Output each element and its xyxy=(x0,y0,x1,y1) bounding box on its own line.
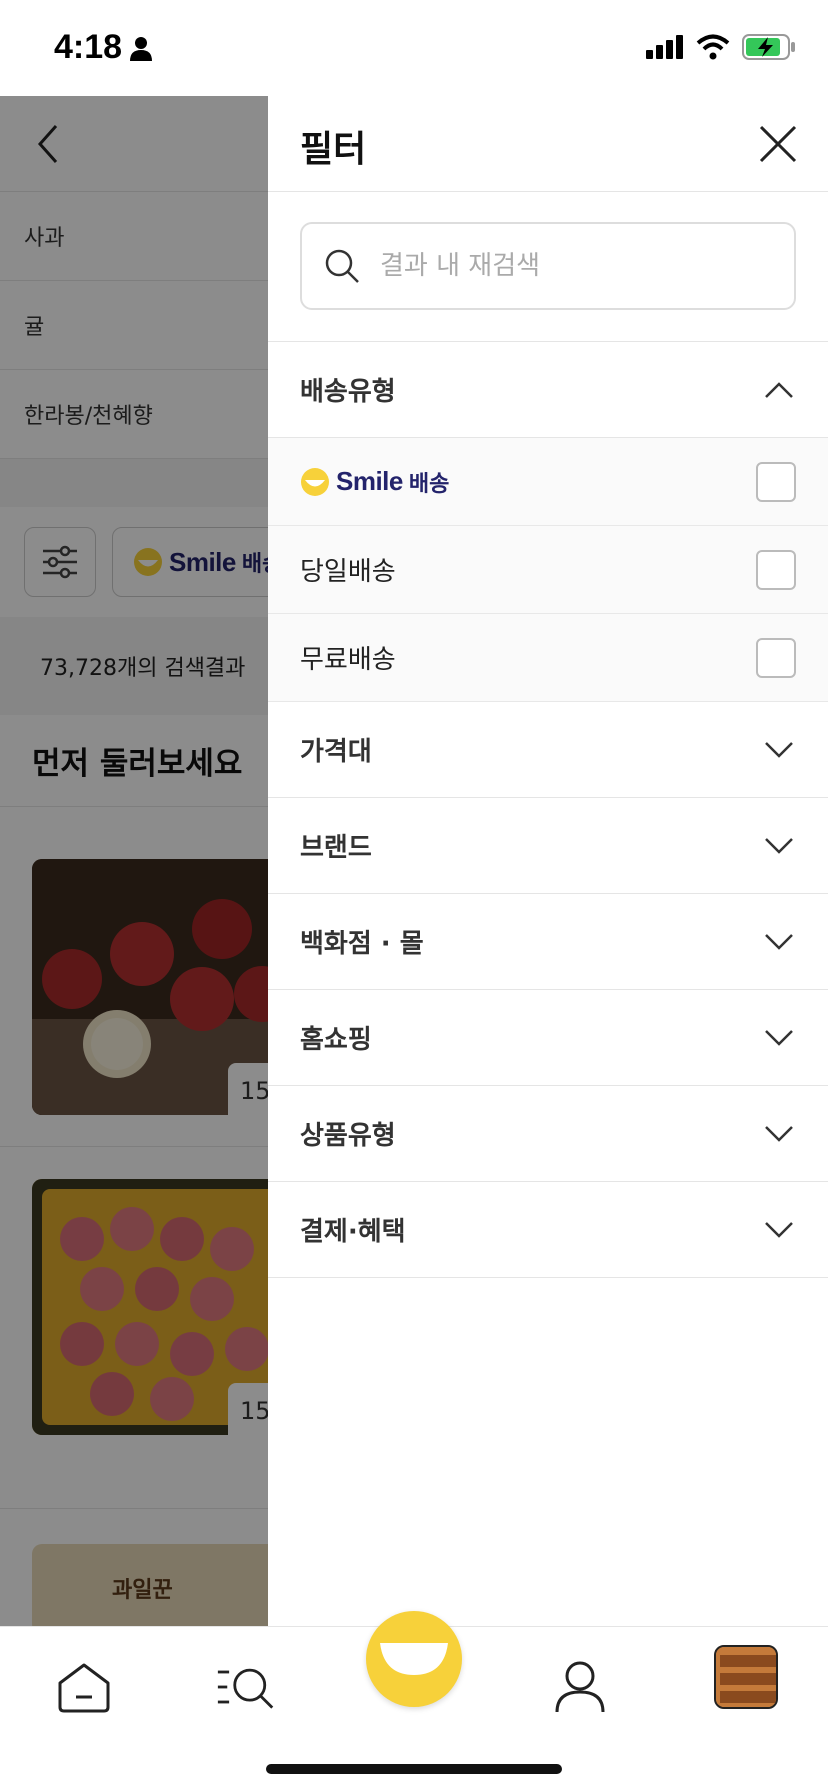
nav-my-account[interactable] xyxy=(550,1657,610,1717)
section-label: 상품유형 xyxy=(300,1121,396,1151)
close-icon[interactable] xyxy=(758,124,798,164)
chevron-down-icon xyxy=(765,1221,793,1238)
section-home-shopping[interactable]: 홈쇼핑 xyxy=(268,990,828,1086)
section-label: 브랜드 xyxy=(300,833,372,863)
search-icon xyxy=(325,249,359,283)
option-label: 무료배송 xyxy=(300,645,396,675)
signal-icon xyxy=(646,35,683,59)
recent-item-image xyxy=(716,1647,776,1707)
chevron-up-icon xyxy=(765,381,793,398)
checkbox[interactable] xyxy=(756,549,796,590)
person-status-icon xyxy=(130,37,152,61)
option-smile-delivery[interactable]: Smile 배송 xyxy=(268,438,828,526)
smile-delivery-logo: Smile 배송 xyxy=(300,466,449,498)
section-label: 백화점 · 몰 xyxy=(300,929,424,959)
search-section xyxy=(268,192,828,342)
status-indicators xyxy=(646,34,796,60)
nav-category-search[interactable] xyxy=(216,1657,276,1717)
smile-icon xyxy=(380,1643,448,1675)
person-icon xyxy=(555,1661,605,1713)
filter-panel: 필터 배송유형 Smile 배송 당일배송 무료배송 xyxy=(268,96,828,1626)
section-price-range[interactable]: 가격대 xyxy=(268,702,828,798)
option-label: 당일배송 xyxy=(300,557,396,587)
filter-header: 필터 xyxy=(268,96,828,192)
option-free-shipping[interactable]: 무료배송 xyxy=(268,614,828,702)
wifi-icon xyxy=(696,34,730,60)
smile-logo-ko: 배송 xyxy=(408,471,450,497)
section-product-type[interactable]: 상품유형 xyxy=(268,1086,828,1182)
status-bar: 4:18 xyxy=(0,0,828,96)
nav-home[interactable] xyxy=(54,1657,114,1717)
chevron-down-icon xyxy=(765,837,793,854)
section-label: 홈쇼핑 xyxy=(300,1025,372,1055)
smile-logo-text: Smile xyxy=(336,466,403,496)
search-box[interactable] xyxy=(300,222,796,310)
chevron-down-icon xyxy=(765,741,793,758)
chevron-down-icon xyxy=(765,1029,793,1046)
category-search-icon xyxy=(217,1668,274,1709)
search-input[interactable] xyxy=(380,251,740,281)
option-same-day[interactable]: 당일배송 xyxy=(268,526,828,614)
filter-title: 필터 xyxy=(300,129,367,170)
section-payment-benefit[interactable]: 결제·혜택 xyxy=(268,1182,828,1278)
chevron-down-icon xyxy=(765,933,793,950)
section-label: 배송유형 xyxy=(300,377,396,407)
chevron-down-icon xyxy=(765,1125,793,1142)
status-time: 4:18 xyxy=(54,28,123,66)
section-department-store[interactable]: 백화점 · 몰 xyxy=(268,894,828,990)
section-brand[interactable]: 브랜드 xyxy=(268,798,828,894)
checkbox[interactable] xyxy=(756,637,796,678)
section-delivery-type[interactable]: 배송유형 xyxy=(268,342,828,438)
home-icon xyxy=(58,1663,110,1713)
smile-logo-icon xyxy=(301,467,329,496)
section-label: 가격대 xyxy=(300,737,372,767)
battery-charging-icon xyxy=(742,34,795,60)
recent-item-thumbnail[interactable] xyxy=(714,1645,778,1709)
nav-smile-button[interactable] xyxy=(366,1611,462,1707)
checkbox[interactable] xyxy=(756,461,796,502)
section-label: 결제·혜택 xyxy=(300,1217,406,1247)
home-indicator xyxy=(266,1764,562,1774)
